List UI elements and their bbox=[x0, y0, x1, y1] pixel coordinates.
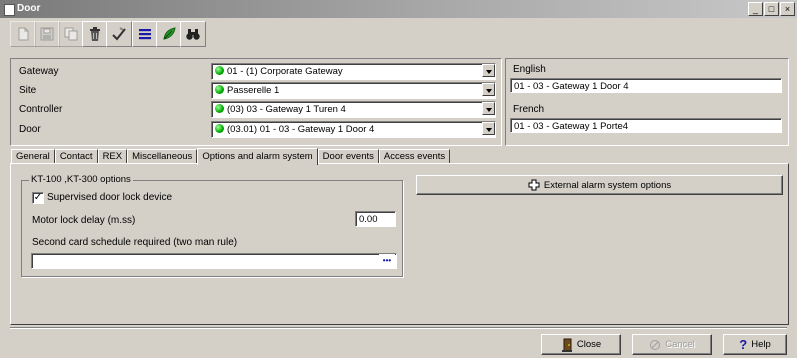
plus-icon bbox=[528, 179, 540, 191]
status-dot-icon bbox=[215, 124, 224, 133]
copy-button[interactable] bbox=[58, 21, 84, 47]
close-window-button[interactable]: × bbox=[780, 2, 795, 16]
minimize-button[interactable]: _ bbox=[748, 2, 763, 16]
cancel-label: Cancel bbox=[665, 339, 695, 350]
supervised-label: Supervised door lock device bbox=[47, 192, 173, 203]
site-label: Site bbox=[19, 85, 37, 96]
help-button[interactable]: ? Help bbox=[723, 334, 787, 355]
maximize-button[interactable]: □ bbox=[764, 2, 779, 16]
title-bar: Door _ □ × bbox=[0, 0, 797, 18]
controller-value: (03) 03 - Gateway 1 Turen 4 bbox=[227, 104, 346, 115]
chevron-down-icon[interactable] bbox=[482, 122, 495, 135]
french-label: French bbox=[513, 104, 545, 115]
site-combo[interactable]: Passerelle 1 bbox=[211, 82, 496, 99]
edit-button[interactable] bbox=[106, 21, 132, 47]
tab-door-events[interactable]: Door events bbox=[317, 149, 379, 164]
search-button[interactable] bbox=[180, 21, 206, 47]
chevron-down-icon[interactable] bbox=[482, 83, 495, 96]
door-combo[interactable]: (03.01) 01 - 03 - Gateway 1 Door 4 bbox=[211, 121, 496, 138]
motor-delay-field[interactable]: 0.00 bbox=[355, 211, 396, 227]
window-icon bbox=[4, 4, 15, 16]
new-button[interactable] bbox=[10, 21, 36, 47]
save-icon bbox=[40, 27, 54, 41]
door-value: (03.01) 01 - 03 - Gateway 1 Door 4 bbox=[227, 124, 375, 135]
close-label: Close bbox=[576, 339, 602, 350]
browse-button[interactable]: ••• bbox=[379, 254, 395, 268]
english-label: English bbox=[513, 64, 546, 75]
gateway-combo[interactable]: 01 - (1) Corporate Gateway bbox=[211, 63, 496, 80]
list-button[interactable] bbox=[132, 21, 158, 47]
second-card-label: Second card schedule required (two man r… bbox=[32, 237, 238, 248]
external-alarm-button[interactable]: External alarm system options bbox=[416, 175, 783, 195]
door-icon bbox=[561, 338, 572, 352]
tab-options-alarm-system[interactable]: Options and alarm system bbox=[197, 148, 318, 165]
tab-strip: General Contact REX Miscellaneous Option… bbox=[11, 148, 451, 165]
tab-miscellaneous[interactable]: Miscellaneous bbox=[127, 149, 198, 164]
status-dot-icon bbox=[215, 66, 224, 75]
english-name-field[interactable]: 01 - 03 - Gateway 1 Door 4 bbox=[510, 78, 782, 93]
chevron-down-icon[interactable] bbox=[482, 102, 495, 115]
close-button[interactable]: Close bbox=[541, 334, 621, 355]
gateway-label: Gateway bbox=[19, 66, 59, 77]
french-name-field[interactable]: 01 - 03 - Gateway 1 Porte4 bbox=[510, 118, 782, 133]
binoculars-icon bbox=[186, 29, 200, 40]
window-title: Door bbox=[17, 3, 41, 14]
tab-general[interactable]: General bbox=[11, 149, 55, 164]
new-icon bbox=[18, 27, 29, 41]
motor-delay-label: Motor lock delay (m.ss) bbox=[32, 215, 136, 226]
footer-separator bbox=[10, 327, 787, 329]
status-dot-icon bbox=[215, 104, 224, 113]
site-value: Passerelle 1 bbox=[227, 85, 280, 96]
save-button[interactable] bbox=[34, 21, 60, 47]
door-label: Door bbox=[19, 124, 41, 135]
help-icon: ? bbox=[739, 337, 748, 352]
list-icon bbox=[139, 29, 151, 40]
pen-check-icon bbox=[112, 27, 126, 41]
toolbar bbox=[10, 21, 240, 53]
link-button[interactable] bbox=[156, 21, 182, 47]
help-label: Help bbox=[751, 339, 771, 350]
controller-combo[interactable]: (03) 03 - Gateway 1 Turen 4 bbox=[211, 101, 496, 118]
leaf-pen-icon bbox=[163, 27, 176, 40]
cancel-icon bbox=[650, 339, 661, 350]
delete-button[interactable] bbox=[82, 21, 108, 47]
second-card-field[interactable] bbox=[31, 253, 397, 269]
controller-label: Controller bbox=[19, 104, 63, 115]
gateway-value: 01 - (1) Corporate Gateway bbox=[227, 66, 343, 77]
external-alarm-label: External alarm system options bbox=[543, 179, 672, 191]
supervised-checkbox[interactable]: ✓ bbox=[32, 192, 44, 204]
trash-icon bbox=[90, 27, 100, 41]
kt-options-title: KT-100 ,KT-300 options bbox=[29, 174, 133, 185]
chevron-down-icon[interactable] bbox=[482, 64, 495, 77]
cancel-button[interactable]: Cancel bbox=[632, 334, 712, 355]
tab-rex[interactable]: REX bbox=[97, 149, 128, 164]
status-dot-icon bbox=[215, 85, 224, 94]
tab-access-events[interactable]: Access events bbox=[378, 149, 451, 164]
copy-icon bbox=[64, 27, 78, 41]
tab-contact[interactable]: Contact bbox=[54, 149, 98, 164]
